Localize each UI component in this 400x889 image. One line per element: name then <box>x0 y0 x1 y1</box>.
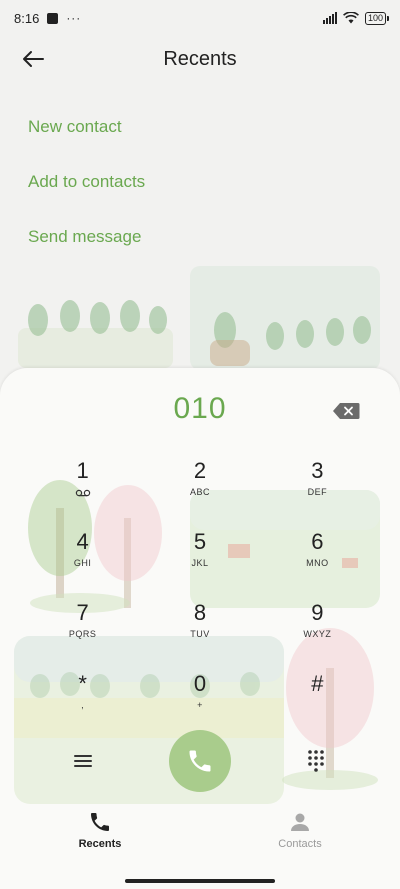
key-digit: 2 <box>193 458 207 483</box>
tab-label: Recents <box>78 838 122 850</box>
backspace-button[interactable] <box>332 402 360 420</box>
scenery-background <box>18 266 380 368</box>
back-button[interactable] <box>18 44 48 74</box>
key-hash[interactable]: # <box>259 667 376 738</box>
key-digit: 1 <box>76 458 89 483</box>
key-digit: # <box>311 671 324 696</box>
key-0[interactable]: 0 + <box>141 667 258 738</box>
key-digit: 5 <box>193 529 207 554</box>
status-right: 100 <box>322 11 390 25</box>
call-button[interactable] <box>169 730 231 792</box>
number-actions: New contact Add to contacts Send message <box>28 108 145 273</box>
tab-recents[interactable]: Recents <box>40 810 160 858</box>
app-header: Recents <box>0 36 400 82</box>
key-7[interactable]: 7 PQRS <box>24 596 141 667</box>
backspace-icon <box>333 403 360 419</box>
key-digit: * <box>78 671 87 696</box>
add-to-contacts-action[interactable]: Add to contacts <box>28 163 145 218</box>
key-4[interactable]: 4 GHI <box>24 525 141 596</box>
home-indicator[interactable] <box>125 879 275 883</box>
key-letters: GHI <box>73 558 92 568</box>
status-left: 8:16 ··· <box>14 11 81 26</box>
key-digit: 9 <box>311 600 324 625</box>
tab-contacts[interactable]: Contacts <box>240 810 360 858</box>
phone-icon <box>91 813 109 831</box>
key-digit: 4 <box>76 529 89 554</box>
arrow-left-icon <box>23 51 44 67</box>
status-bar: 8:16 ··· 100 <box>0 0 400 36</box>
key-letters: DEF <box>307 487 328 497</box>
key-letters: MNO <box>306 558 329 568</box>
key-5[interactable]: 5 JKL <box>141 525 258 596</box>
keypad: 1 2 ABC 3 DEF 4 GHI 5 JKL 6 MNO 7 PQRS 8… <box>24 454 376 738</box>
notification-icon <box>47 12 59 24</box>
key-letters: PQRS <box>68 629 97 639</box>
key-star[interactable]: * , <box>24 667 141 738</box>
key-letters: ABC <box>189 487 210 497</box>
key-1[interactable]: 1 <box>24 454 141 525</box>
key-digit: 3 <box>311 458 324 483</box>
key-2[interactable]: 2 ABC <box>141 454 258 525</box>
dial-actions <box>0 730 400 800</box>
menu-icon <box>74 755 92 767</box>
menu-button[interactable] <box>70 748 96 774</box>
key-digit: 7 <box>76 600 89 625</box>
key-letters: TUV <box>190 629 210 639</box>
bottom-navigation: Recents Contacts <box>0 810 400 858</box>
battery-icon: 100 <box>364 11 390 25</box>
more-notifications-icon: ··· <box>66 11 82 25</box>
key-letters: WXYZ <box>303 629 332 639</box>
key-9[interactable]: 9 WXYZ <box>259 596 376 667</box>
dialer-panel: 010 1 2 ABC 3 DEF 4 GHI 5 JKL 6 MNO 7 PQ… <box>0 368 400 889</box>
page-title: Recents <box>163 47 237 70</box>
dialpad-toggle-button[interactable] <box>304 748 328 772</box>
key-3[interactable]: 3 DEF <box>259 454 376 525</box>
new-contact-action[interactable]: New contact <box>28 108 145 163</box>
key-digit: 8 <box>193 600 207 625</box>
signal-icon <box>322 12 337 24</box>
key-8[interactable]: 8 TUV <box>141 596 258 667</box>
wifi-icon <box>343 12 359 24</box>
key-digit: 6 <box>311 529 324 554</box>
dialpad-icon <box>308 750 324 772</box>
key-letters: + <box>197 700 203 710</box>
key-digit: 0 <box>193 671 207 696</box>
person-icon <box>291 813 309 831</box>
phone-icon <box>189 750 211 772</box>
key-6[interactable]: 6 MNO <box>259 525 376 596</box>
status-time: 8:16 <box>14 10 40 26</box>
tab-label: Contacts <box>278 838 322 850</box>
key-letters: JKL <box>191 558 209 568</box>
key-letters: , <box>81 700 85 710</box>
voicemail-icon <box>75 489 90 497</box>
